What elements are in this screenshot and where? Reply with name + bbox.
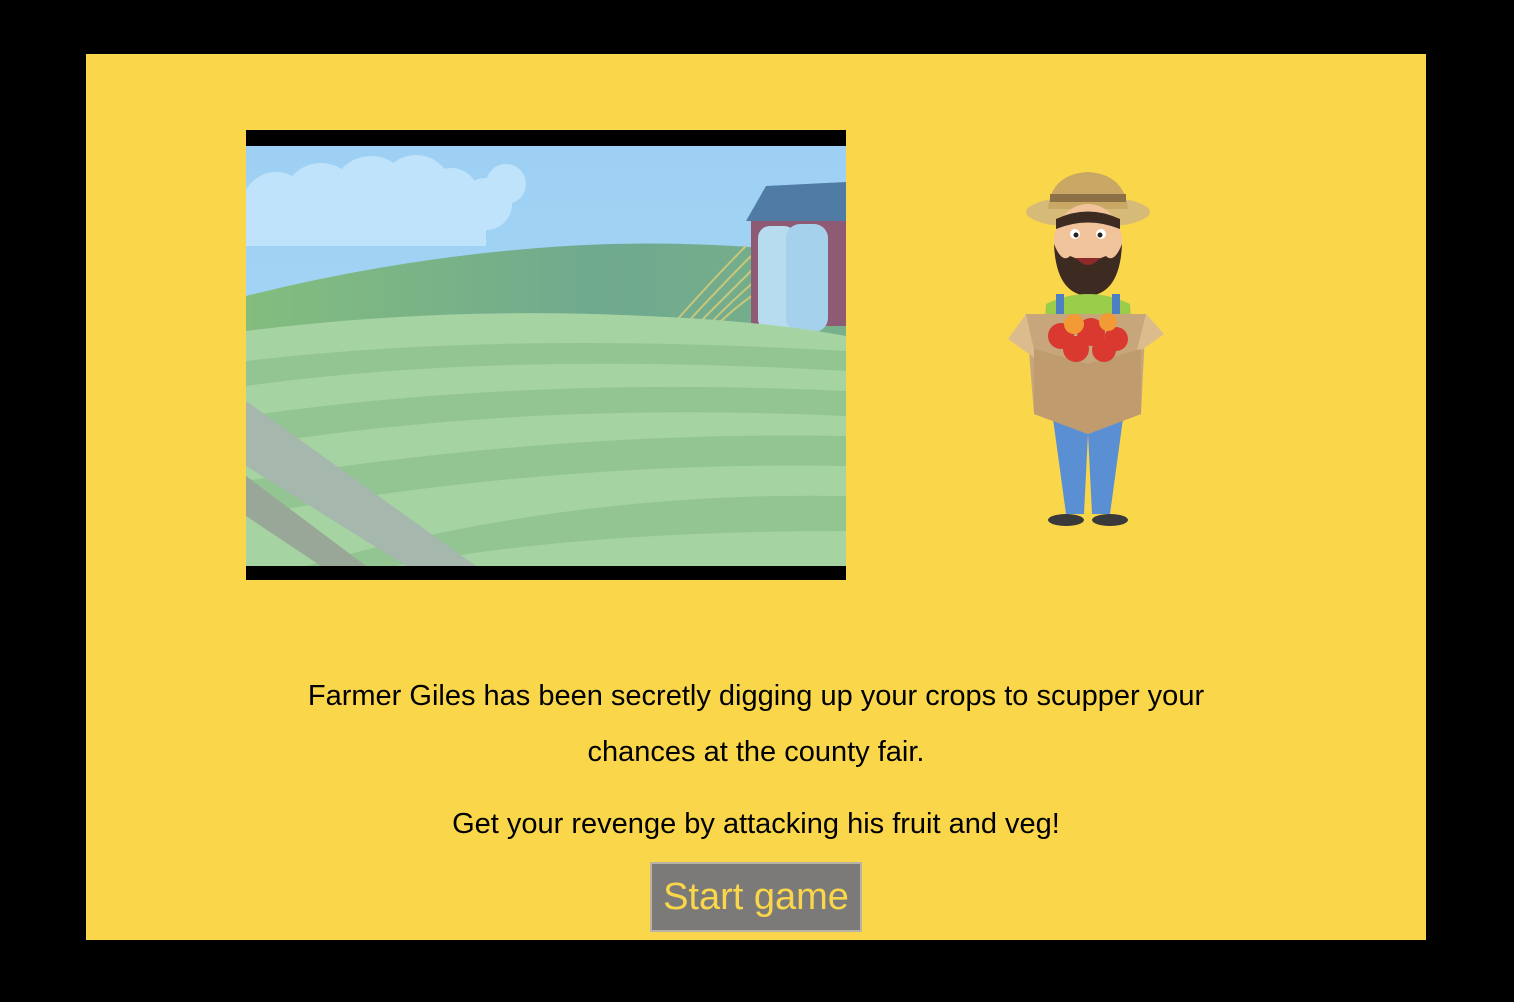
farmer-giles-illustration (996, 164, 1176, 534)
story-text: Farmer Giles has been secretly digging u… (86, 668, 1426, 852)
game-panel: Farmer Giles has been secretly digging u… (86, 54, 1426, 940)
story-line-two: Get your revenge by attacking his fruit … (452, 808, 1060, 840)
farm-scene-video (246, 146, 846, 566)
start-game-button[interactable]: Start game (650, 862, 862, 932)
intro-video[interactable] (246, 130, 846, 580)
story-line-one: Farmer Giles has been secretly digging u… (307, 680, 1205, 768)
